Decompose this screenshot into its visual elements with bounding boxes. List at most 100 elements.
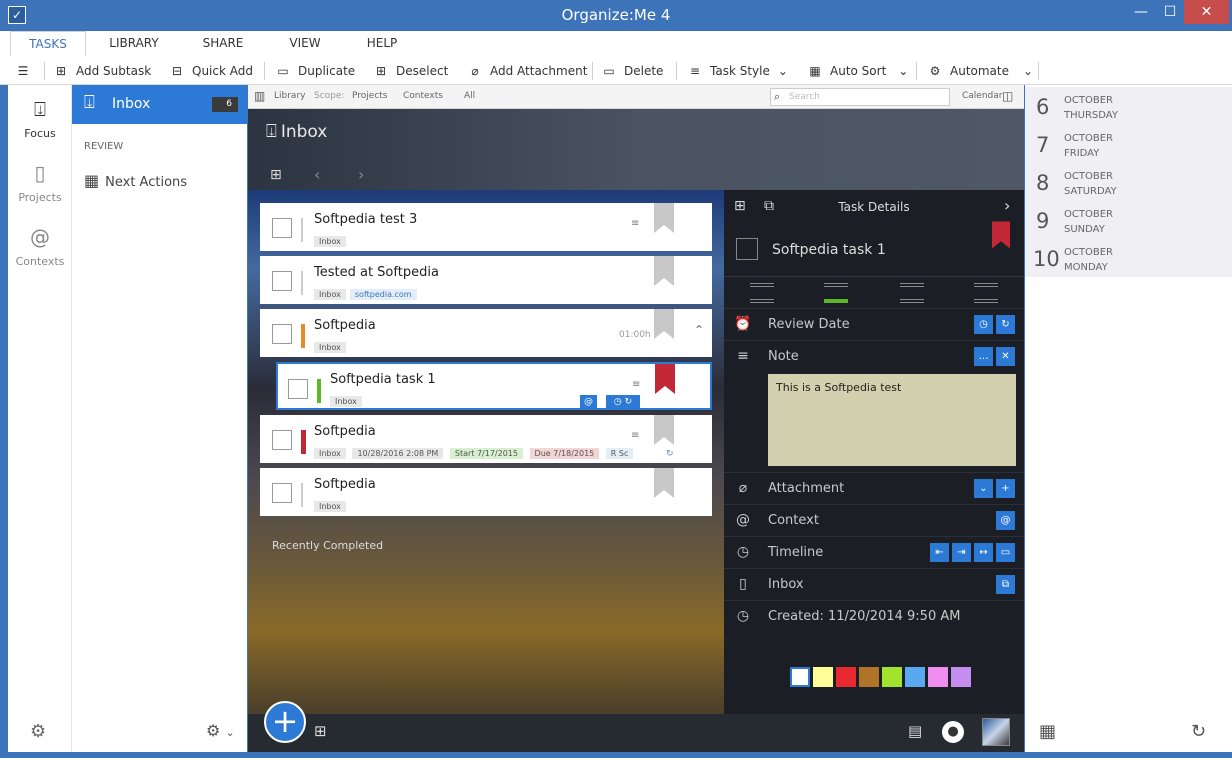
note-text[interactable]: This is a Softpedia test xyxy=(768,374,1016,466)
tab-share[interactable]: SHARE xyxy=(186,31,260,56)
copy-icon[interactable]: ⧉ xyxy=(996,575,1015,594)
bookmark-icon[interactable] xyxy=(654,468,674,498)
at-icon[interactable]: @ xyxy=(996,511,1015,530)
settings-gear-icon[interactable]: ⚙ xyxy=(30,721,46,742)
review-clock-icon[interactable]: ◷ ↻ xyxy=(606,395,640,410)
context-at-icon[interactable]: @ xyxy=(580,395,597,410)
tab-library[interactable]: LIBRARY xyxy=(96,31,172,56)
quick-add-button[interactable]: ⊟ Quick Add xyxy=(168,60,253,82)
color-swatch[interactable] xyxy=(836,667,856,687)
task-card[interactable]: Softpedia test 3 Inbox ≡ xyxy=(260,203,712,251)
timeline-span-icon[interactable]: ↔ xyxy=(974,543,993,562)
chevron-right-icon[interactable]: › xyxy=(1004,196,1010,215)
context-row[interactable]: @ Context @ xyxy=(724,504,1024,536)
priority-none-icon[interactable] xyxy=(750,283,774,303)
bookmark-icon[interactable] xyxy=(654,415,674,445)
task-card[interactable]: Softpedia Inbox 10/28/2016 2:08 PM Start… xyxy=(260,415,712,463)
calendar-day[interactable]: 9 OCTOBER SUNDAY xyxy=(1025,201,1232,239)
timeline-start-icon[interactable]: ⇤ xyxy=(930,543,949,562)
clock-icon[interactable]: ◷ xyxy=(974,315,993,334)
color-swatch[interactable] xyxy=(859,667,879,687)
chevron-down-icon[interactable]: ⌄ xyxy=(974,479,993,498)
calendar-day[interactable]: 6 OCTOBER THURSDAY xyxy=(1025,87,1232,125)
bookmark-icon[interactable] xyxy=(992,220,1010,250)
plus-icon[interactable]: + xyxy=(996,479,1015,498)
tab-tasks[interactable]: TASKS xyxy=(10,31,86,56)
note-row[interactable]: ≡ Note … ✕ xyxy=(724,340,1024,372)
deselect-button[interactable]: ⊞ Deselect xyxy=(372,60,448,82)
scope-contexts[interactable]: Contexts xyxy=(403,91,443,101)
task-card-selected[interactable]: Softpedia task 1 Inbox ≡ @ ◷ ↻ xyxy=(276,362,712,410)
color-swatch[interactable] xyxy=(790,667,810,687)
calendar-day[interactable]: 7 OCTOBER FRIDAY xyxy=(1025,125,1232,163)
nav-focus[interactable]: ⍗ Focus xyxy=(8,97,72,140)
recently-completed-link[interactable]: Recently Completed xyxy=(272,539,383,552)
calendar-icon[interactable]: ▦ xyxy=(1039,721,1056,742)
tab-help[interactable]: HELP xyxy=(352,31,412,56)
task-tag-link[interactable]: softpedia.com xyxy=(349,289,417,300)
timeline-duration-icon[interactable]: ▭ xyxy=(996,543,1015,562)
nav-projects[interactable]: ▯ Projects xyxy=(8,161,72,204)
close-icon[interactable]: ✕ xyxy=(996,347,1015,366)
sidebar-settings-button[interactable]: ⚙ ⌄ xyxy=(206,721,235,740)
duplicate-button[interactable]: ▭ Duplicate xyxy=(274,60,355,82)
refresh-icon[interactable]: ↻ xyxy=(1191,721,1206,742)
attachment-row[interactable]: ⌀ Attachment ⌄ + xyxy=(724,472,1024,504)
more-icon[interactable]: … xyxy=(974,347,993,366)
scope-projects[interactable]: Projects xyxy=(352,91,387,101)
project-row[interactable]: ▯ Inbox ⧉ xyxy=(724,568,1024,600)
automate-dropdown[interactable]: ⚙ Automate ⌄ xyxy=(926,60,1033,82)
priority-low-icon[interactable] xyxy=(824,283,848,303)
repeat-icon[interactable]: ↻ xyxy=(996,315,1015,334)
add-subtask-button[interactable]: ⊞ Add Subtask xyxy=(52,60,151,82)
maximize-button[interactable]: ☐ xyxy=(1157,0,1183,24)
task-checkbox[interactable] xyxy=(272,430,292,450)
task-card[interactable]: Softpedia Inbox 01:00h ⌃ xyxy=(260,309,712,357)
search-input[interactable]: ⌕ Search xyxy=(770,88,950,106)
color-swatch[interactable] xyxy=(882,667,902,687)
news-icon[interactable]: ▤ xyxy=(908,722,922,740)
add-subtask-icon[interactable]: ⊞ xyxy=(314,722,327,740)
bookmark-icon[interactable] xyxy=(654,256,674,286)
review-date-row[interactable]: ⏰ Review Date ◷ ↻ xyxy=(724,308,1024,340)
color-swatch[interactable] xyxy=(928,667,948,687)
grid-view-icon[interactable]: ⊞ xyxy=(270,167,282,183)
sidebar-item-next-actions[interactable]: ▦ Next Actions xyxy=(84,171,187,190)
prev-arrow-icon[interactable]: ‹ xyxy=(314,165,320,184)
task-checkbox[interactable] xyxy=(272,324,292,344)
task-card[interactable]: Softpedia Inbox xyxy=(260,468,712,516)
user-icon[interactable]: ● xyxy=(942,721,964,743)
task-checkbox[interactable] xyxy=(288,379,308,399)
color-swatch[interactable] xyxy=(905,667,925,687)
task-checkbox[interactable] xyxy=(272,483,292,503)
calendar-toggle[interactable]: Calendar xyxy=(962,91,1002,101)
library-toggle[interactable]: Library xyxy=(274,91,305,101)
menu-button[interactable]: ☰ xyxy=(14,60,38,82)
color-swatch[interactable] xyxy=(813,667,833,687)
task-style-dropdown[interactable]: ≡ Task Style ⌄ xyxy=(686,60,788,82)
tab-view[interactable]: VIEW xyxy=(270,31,340,56)
background-thumbnail[interactable] xyxy=(982,718,1010,746)
detail-checkbox[interactable] xyxy=(736,238,758,260)
color-swatch[interactable] xyxy=(951,667,971,687)
timeline-row[interactable]: ◷ Timeline ⇤ ⇥ ↔ ▭ xyxy=(724,536,1024,568)
priority-medium-icon[interactable] xyxy=(900,283,924,303)
close-button[interactable]: ✕ xyxy=(1184,0,1229,24)
task-checkbox[interactable] xyxy=(272,218,292,238)
auto-sort-dropdown[interactable]: ▦ Auto Sort ⌄ xyxy=(806,60,908,82)
next-arrow-icon[interactable]: › xyxy=(358,165,364,184)
bookmark-icon[interactable] xyxy=(654,309,674,339)
task-checkbox[interactable] xyxy=(272,271,292,291)
timeline-end-icon[interactable]: ⇥ xyxy=(952,543,971,562)
task-card[interactable]: Tested at Softpedia Inbox softpedia.com xyxy=(260,256,712,304)
nav-contexts[interactable]: @ Contexts xyxy=(8,225,72,268)
calendar-day[interactable]: 8 OCTOBER SATURDAY xyxy=(1025,163,1232,201)
sidebar-item-inbox[interactable]: ⍗ Inbox 6 xyxy=(72,85,247,124)
add-attachment-button[interactable]: ⌀ Add Attachment xyxy=(466,60,587,82)
minimize-button[interactable]: — xyxy=(1126,0,1156,24)
priority-high-icon[interactable] xyxy=(974,283,998,303)
bookmark-icon[interactable] xyxy=(654,203,674,233)
bookmark-icon[interactable] xyxy=(655,364,675,394)
scope-all[interactable]: All xyxy=(464,91,475,101)
delete-button[interactable]: ▭ Delete xyxy=(600,60,663,82)
